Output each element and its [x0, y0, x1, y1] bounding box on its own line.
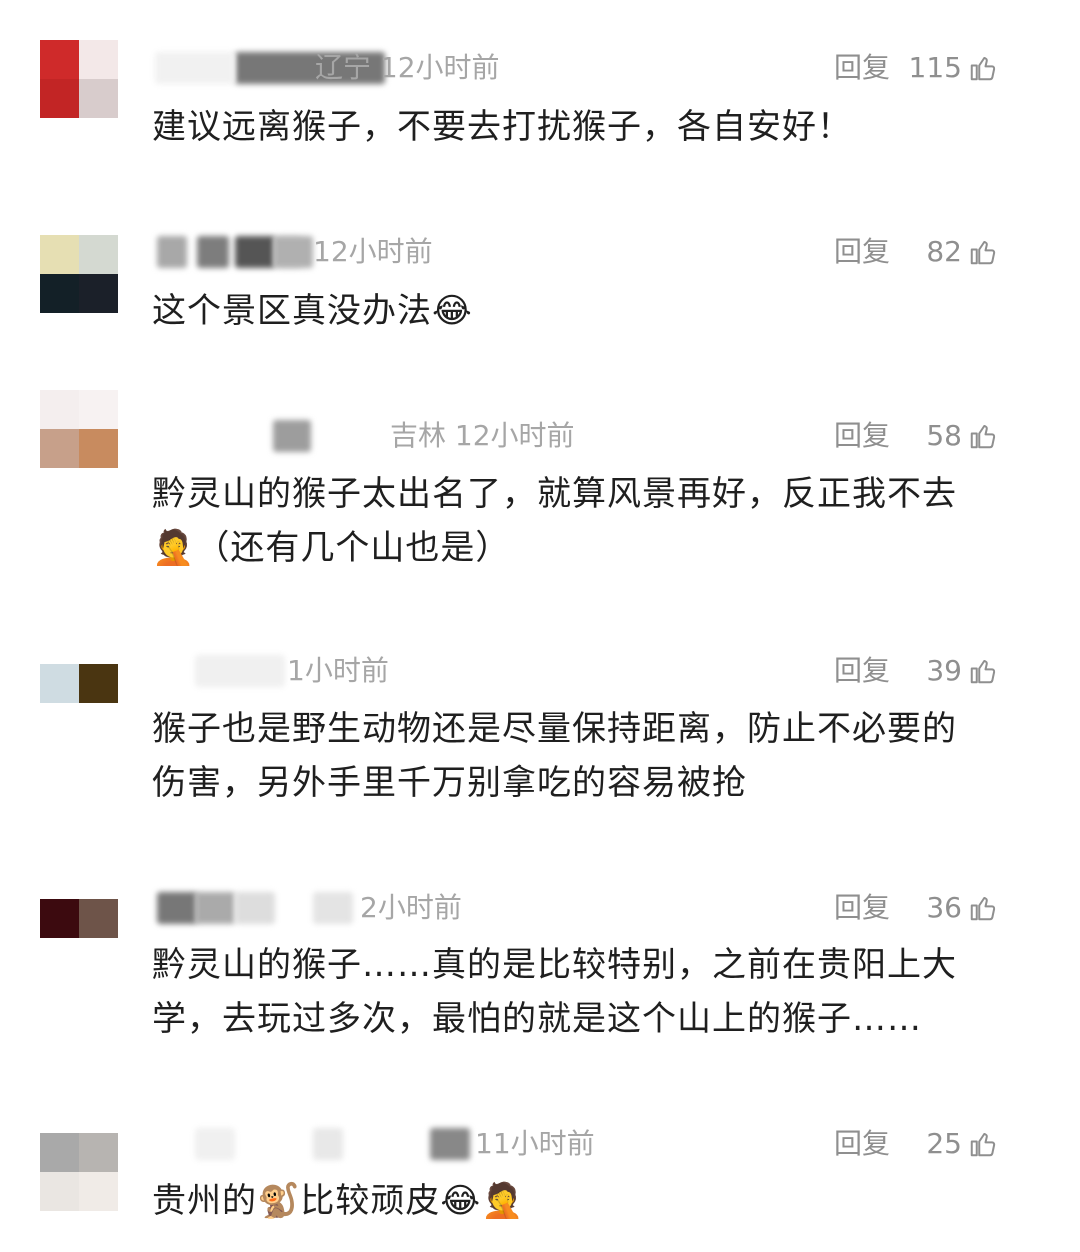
- like-count: 115: [908, 51, 962, 84]
- reply-button[interactable]: 回复: [834, 416, 890, 456]
- comment-text-line: 伤害，另外手里千万别拿吃的容易被抢: [152, 763, 747, 803]
- avatar[interactable]: [40, 860, 118, 938]
- like-count: 25: [926, 1127, 962, 1160]
- username-blurred[interactable]: [195, 1128, 235, 1160]
- like-count: 58: [926, 419, 962, 452]
- comment-meta: 1小时前 回复 39: [155, 651, 1040, 691]
- comment-text-line: 猴子也是野生动物还是尽量保持距离，防止不必要的: [152, 709, 957, 749]
- comment-meta: 辽宁 12小时前 回复 115: [155, 48, 1040, 88]
- comment-text-line: 黔灵山的猴子……真的是比较特别，之前在贵阳上大: [152, 945, 957, 985]
- comment-text-prefix: 贵州的: [152, 1181, 257, 1221]
- like-button[interactable]: 36: [926, 888, 998, 928]
- thumbs-up-icon: [970, 897, 996, 921]
- comment-text-suffix: 比较顽皮: [300, 1181, 441, 1221]
- avatar[interactable]: [40, 235, 118, 313]
- username-blurred[interactable]: [157, 236, 187, 268]
- username-blurred: [197, 236, 229, 268]
- username-blurred: [313, 892, 353, 924]
- username-blurred[interactable]: [157, 892, 197, 924]
- avatar[interactable]: [40, 1133, 118, 1211]
- avatar[interactable]: [40, 625, 118, 703]
- reply-button[interactable]: 回复: [834, 1124, 890, 1164]
- comment-meta: 12小时前 回复 82: [155, 232, 1040, 272]
- comment-text: 黔灵山的猴子太出名了，就算风景再好，反正我不去 🤦（还有几个山也是）: [152, 467, 1030, 575]
- username-blurred: [155, 52, 235, 84]
- location-time: 1小时前: [287, 654, 389, 687]
- comment-text: 这个景区真没办法😂: [152, 284, 1030, 338]
- location-time: 12小时前: [313, 235, 433, 268]
- laughing-crying-emoji: 😂: [432, 291, 473, 331]
- monkey-emoji: 🐒: [257, 1181, 301, 1221]
- like-count: 39: [926, 654, 962, 687]
- comment-meta: 2小时前 回复 36: [155, 888, 1040, 928]
- like-button[interactable]: 82: [926, 232, 998, 272]
- avatar[interactable]: [40, 390, 118, 468]
- comment-meta: 吉林 12小时前 回复 58: [155, 416, 1040, 456]
- like-count: 36: [926, 891, 962, 924]
- comment-text: 猴子也是野生动物还是尽量保持距离，防止不必要的 伤害，另外手里千万别拿吃的容易被…: [152, 702, 1030, 810]
- thumbs-up-icon: [970, 660, 996, 684]
- location-time: 吉林 12小时前: [390, 419, 575, 452]
- facepalm-emoji: 🤦: [152, 528, 196, 568]
- like-button[interactable]: 115: [909, 48, 998, 88]
- reply-button[interactable]: 回复: [834, 48, 890, 88]
- comment-text-line: 黔灵山的猴子太出名了，就算风景再好，反正我不去: [152, 474, 957, 514]
- comment-text: 贵州的🐒比较顽皮😂🤦: [152, 1174, 1030, 1228]
- thumbs-up-icon: [970, 241, 996, 265]
- location-time: 11小时前: [475, 1127, 595, 1160]
- like-count: 82: [926, 235, 962, 268]
- username-blurred: [313, 1128, 343, 1160]
- laughing-facepalm-emoji: 😂🤦: [440, 1181, 525, 1221]
- reply-button[interactable]: 回复: [834, 232, 890, 272]
- username-blurred[interactable]: [195, 655, 285, 687]
- location-time: 辽宁 12小时前: [315, 51, 500, 84]
- thumbs-up-icon: [970, 1133, 996, 1157]
- like-button[interactable]: 25: [926, 1124, 998, 1164]
- thumbs-up-icon: [970, 425, 996, 449]
- like-button[interactable]: 39: [926, 651, 998, 691]
- comment-meta: 11小时前 回复 25: [155, 1124, 1040, 1164]
- avatar[interactable]: [40, 40, 118, 118]
- reply-button[interactable]: 回复: [834, 888, 890, 928]
- thumbs-up-icon: [970, 57, 996, 81]
- username-blurred: [195, 892, 235, 924]
- reply-button[interactable]: 回复: [834, 651, 890, 691]
- like-button[interactable]: 58: [926, 416, 998, 456]
- comment-text-line: 学，去玩过多次，最怕的就是这个山上的猴子……: [152, 999, 922, 1039]
- username-blurred[interactable]: [273, 420, 311, 452]
- location-time: 2小时前: [360, 891, 462, 924]
- comment-text: 建议远离猴子，不要去打扰猴子，各自安好！: [152, 107, 852, 147]
- comment-text: 黔灵山的猴子……真的是比较特别，之前在贵阳上大 学，去玩过多次，最怕的就是这个山…: [152, 938, 1030, 1046]
- username-blurred: [430, 1128, 470, 1160]
- username-blurred: [235, 236, 275, 268]
- comment-text-line-body: （还有几个山也是）: [195, 528, 511, 568]
- username-blurred: [235, 892, 275, 924]
- username-blurred: [273, 236, 313, 268]
- comment-text-body: 这个景区真没办法: [152, 291, 432, 331]
- comment-text-line: 🤦（还有几个山也是）: [152, 521, 1030, 575]
